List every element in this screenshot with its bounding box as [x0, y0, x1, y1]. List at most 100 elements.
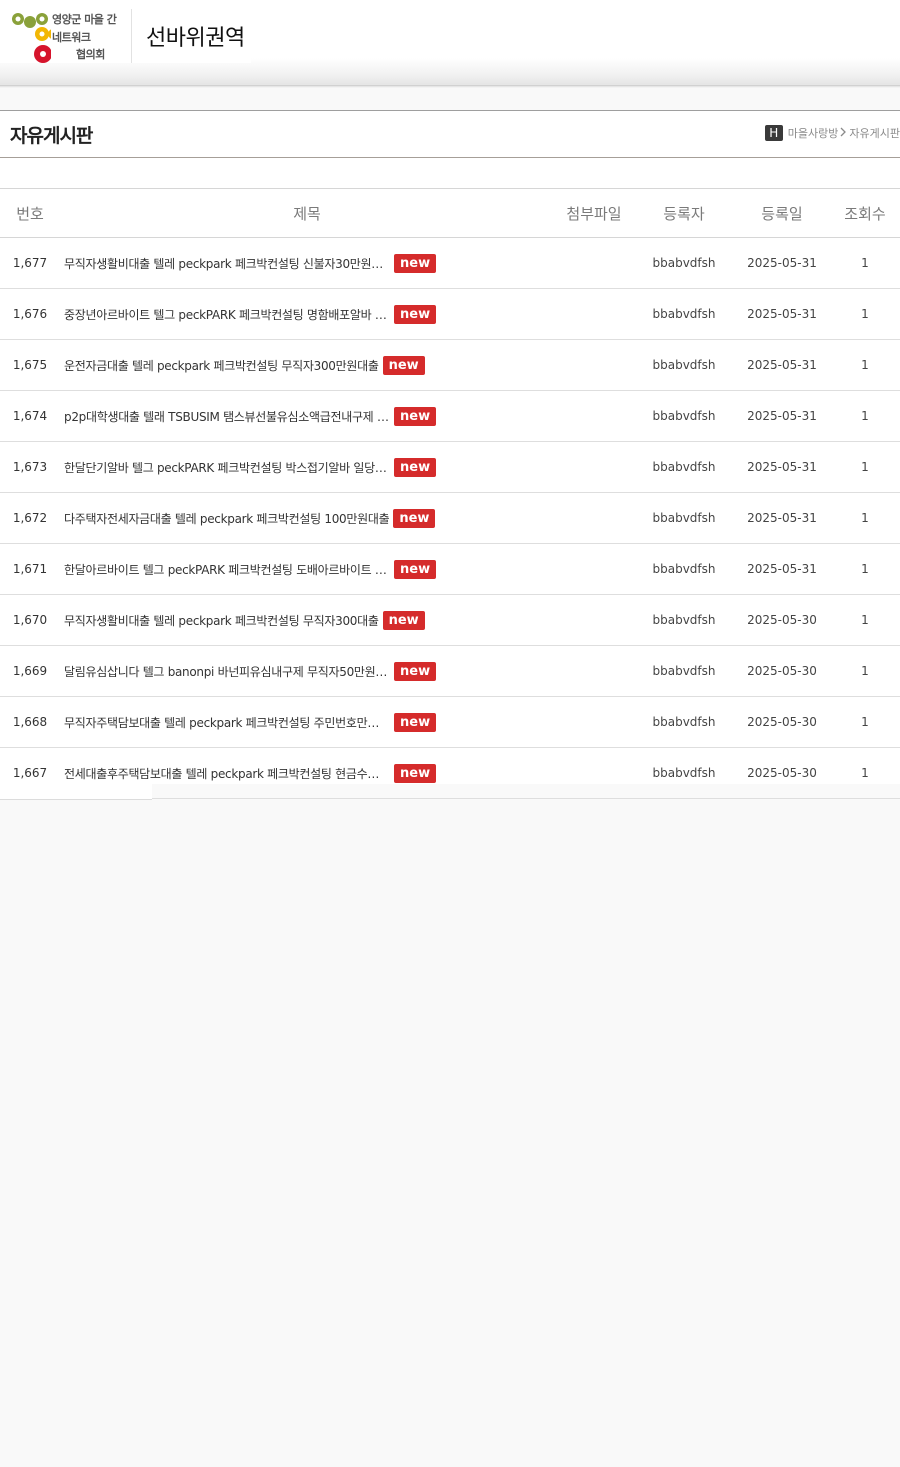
- breadcrumb-item-board[interactable]: 자유게시판: [849, 125, 900, 141]
- row-author: bbabvdfsh: [634, 339, 734, 391]
- row-subject-cell: 한달아르바이트 텔그 peckPARK 페크박컨설팅 도배아르바이트 모집 new: [60, 543, 554, 595]
- site-title[interactable]: 선바위권역: [146, 20, 245, 52]
- table-row[interactable]: 1,675 운전자금대출 텔레 peckpark 페크박컨설팅 무직자300만원…: [0, 339, 900, 391]
- row-subject-cell: p2p대학생대출 텔래 TSBUSIM 탬스뷰선불유심소액급전내구제 대출 new: [60, 390, 554, 442]
- row-hits: 1: [830, 288, 900, 340]
- new-badge: new: [382, 610, 425, 630]
- row-file: [554, 696, 634, 748]
- row-subject-cell: 한달단기알바 텔그 peckPARK 페크박컨설팅 박스접기알바 일당지급 new: [60, 441, 554, 493]
- row-num: 1,673: [0, 441, 60, 493]
- post-title-link[interactable]: 다주택자전세자금대출 텔레 peckpark 페크박컨설팅 100만원대출: [64, 510, 389, 527]
- new-badge: new: [394, 253, 437, 273]
- row-num: 1,672: [0, 492, 60, 544]
- table-body: 1,677 무직자생활비대출 텔레 peckpark 페크박컨설팅 신불자30만…: [0, 237, 900, 799]
- row-num: 1,668: [0, 696, 60, 748]
- post-title-link[interactable]: 한달단기알바 텔그 peckPARK 페크박컨설팅 박스접기알바 일당지급: [64, 459, 390, 476]
- home-icon[interactable]: H: [764, 125, 783, 141]
- new-badge: new: [394, 712, 437, 732]
- logo-text-line3: 협의회: [76, 48, 105, 61]
- row-author: bbabvdfsh: [634, 594, 734, 646]
- row-file: [554, 645, 634, 697]
- site-logo[interactable]: 영양군 마을 간 네트워크 협의회 선바위권역: [0, 0, 251, 63]
- breadcrumb-item-village[interactable]: 마을사랑방: [788, 125, 839, 141]
- row-num: 1,674: [0, 390, 60, 442]
- row-hits: 1: [830, 645, 900, 697]
- column-header-author: 등록자: [634, 188, 734, 238]
- row-hits: 1: [830, 543, 900, 595]
- post-title-link[interactable]: 한달아르바이트 텔그 peckPARK 페크박컨설팅 도배아르바이트 모집: [64, 561, 390, 578]
- row-subject-cell: 달림유심삽니다 텔그 banonpi 바넌피유심내구제 무직자50만원대출 new: [60, 645, 554, 697]
- logo-text-line2: 네트워크: [52, 31, 91, 44]
- row-date: 2025-05-30: [734, 696, 830, 748]
- post-title-link[interactable]: p2p대학생대출 텔래 TSBUSIM 탬스뷰선불유심소액급전내구제 대출: [64, 408, 390, 425]
- row-date: 2025-05-31: [734, 288, 830, 340]
- table-row[interactable]: 1,671 한달아르바이트 텔그 peckPARK 페크박컨설팅 도배아르바이트…: [0, 543, 900, 595]
- table-row[interactable]: 1,672 다주택자전세자금대출 텔레 peckpark 페크박컨설팅 100만…: [0, 492, 900, 544]
- post-title-link[interactable]: 달림유심삽니다 텔그 banonpi 바넌피유심내구제 무직자50만원대출: [64, 663, 390, 680]
- row-num: 1,669: [0, 645, 60, 697]
- row-file: [554, 390, 634, 442]
- table-row[interactable]: 1,674 p2p대학생대출 텔래 TSBUSIM 탬스뷰선불유심소액급전내구제…: [0, 390, 900, 442]
- new-badge: new: [394, 406, 437, 426]
- board-table: 번호 제목 첨부파일 등록자 등록일 조회수 1,677 무직자생활비대출 텔레…: [0, 188, 900, 799]
- row-hits: 1: [830, 441, 900, 493]
- row-num: 1,670: [0, 594, 60, 646]
- post-title-link[interactable]: 무직자생활비대출 텔레 peckpark 페크박컨설팅 신불자30만원대출: [64, 255, 390, 272]
- row-file: [554, 594, 634, 646]
- row-author: bbabvdfsh: [634, 288, 734, 340]
- row-date: 2025-05-31: [734, 237, 830, 289]
- new-badge: new: [393, 508, 436, 528]
- row-author: bbabvdfsh: [634, 696, 734, 748]
- breadcrumb: H 마을사랑방 자유게시판: [764, 125, 900, 141]
- site-header: 영양군 마을 간 네트워크 협의회 선바위권역: [0, 0, 900, 86]
- post-title-link[interactable]: 전세대출후주택담보대출 텔레 peckpark 페크박컨설팅 현금수령대출: [64, 765, 390, 782]
- column-header-date: 등록일: [734, 188, 830, 238]
- post-title-link[interactable]: 무직자주택담보대출 텔레 peckpark 페크박컨설팅 주민번호만으로대출: [64, 714, 390, 731]
- table-row[interactable]: 1,673 한달단기알바 텔그 peckPARK 페크박컨설팅 박스접기알바 일…: [0, 441, 900, 493]
- row-subject-cell: 운전자금대출 텔레 peckpark 페크박컨설팅 무직자300만원대출 new: [60, 339, 554, 391]
- board-body: 번호 제목 첨부파일 등록자 등록일 조회수 1,677 무직자생활비대출 텔레…: [0, 158, 900, 799]
- row-author: bbabvdfsh: [634, 645, 734, 697]
- new-badge: new: [394, 457, 437, 477]
- row-subject-cell: 무직자주택담보대출 텔레 peckpark 페크박컨설팅 주민번호만으로대출 ne…: [60, 696, 554, 748]
- row-hits: 1: [830, 237, 900, 289]
- board-header: 자유게시판 H 마을사랑방 자유게시판: [0, 110, 900, 159]
- row-subject-cell: 무직자생활비대출 텔레 peckpark 페크박컨설팅 신불자30만원대출 new: [60, 237, 554, 289]
- row-hits: 1: [830, 339, 900, 391]
- row-hits: 1: [830, 492, 900, 544]
- column-header-subject: 제목: [60, 188, 554, 238]
- row-date: 2025-05-31: [734, 492, 830, 544]
- column-header-num: 번호: [0, 188, 60, 238]
- table-row[interactable]: 1,668 무직자주택담보대출 텔레 peckpark 페크박컨설팅 주민번호만…: [0, 696, 900, 748]
- row-file: [554, 543, 634, 595]
- row-num: 1,677: [0, 237, 60, 289]
- new-badge: new: [394, 559, 437, 579]
- row-date: 2025-05-31: [734, 441, 830, 493]
- table-row[interactable]: 1,676 중장년아르바이트 텔그 peckPARK 페크박컨설팅 명함배포알바…: [0, 288, 900, 340]
- column-header-hits: 조회수: [830, 188, 900, 238]
- board-bottom-strip: [0, 784, 152, 800]
- post-title-link[interactable]: 중장년아르바이트 텔그 peckPARK 페크박컨설팅 명함배포알바 주말: [64, 306, 390, 323]
- row-file: [554, 747, 634, 799]
- table-row[interactable]: 1,670 무직자생활비대출 텔레 peckpark 페크박컨설팅 무직자300…: [0, 594, 900, 646]
- row-date: 2025-05-30: [734, 645, 830, 697]
- row-file: [554, 339, 634, 391]
- table-row[interactable]: 1,669 달림유심삽니다 텔그 banonpi 바넌피유심내구제 무직자50만…: [0, 645, 900, 697]
- new-badge: new: [394, 304, 437, 324]
- row-hits: 1: [830, 747, 900, 799]
- column-header-file: 첨부파일: [554, 188, 634, 238]
- post-title-link[interactable]: 운전자금대출 텔레 peckpark 페크박컨설팅 무직자300만원대출: [64, 357, 379, 374]
- new-badge: new: [382, 355, 425, 375]
- logo-text-line1: 영양군 마을 간: [52, 13, 117, 26]
- chevron-right-icon: [840, 127, 847, 140]
- row-hits: 1: [830, 594, 900, 646]
- row-date: 2025-05-30: [734, 594, 830, 646]
- row-author: bbabvdfsh: [634, 543, 734, 595]
- row-subject-cell: 다주택자전세자금대출 텔레 peckpark 페크박컨설팅 100만원대출 new: [60, 492, 554, 544]
- row-author: bbabvdfsh: [634, 237, 734, 289]
- table-row[interactable]: 1,677 무직자생활비대출 텔레 peckpark 페크박컨설팅 신불자30만…: [0, 237, 900, 289]
- row-subject-cell: 무직자생활비대출 텔레 peckpark 페크박컨설팅 무직자300대출 new: [60, 594, 554, 646]
- logo-circles-icon: [12, 13, 51, 63]
- post-title-link[interactable]: 무직자생활비대출 텔레 peckpark 페크박컨설팅 무직자300대출: [64, 612, 379, 629]
- row-author: bbabvdfsh: [634, 747, 734, 799]
